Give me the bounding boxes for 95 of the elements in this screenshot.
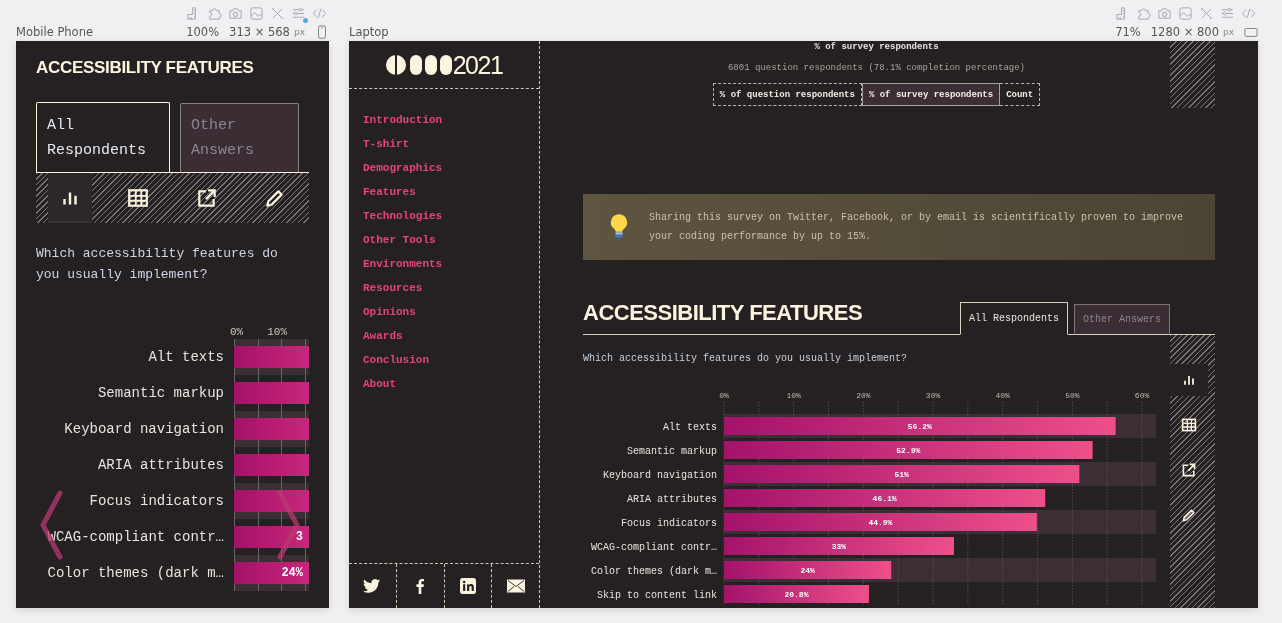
tip-text: Sharing this survey on Twitter, Facebook, or by email is scientifically proven to improve your coding performance by up to 15%. [649, 211, 1185, 244]
category-label: Keyboard navigation [63, 421, 224, 437]
tick-label: 0% [719, 391, 729, 400]
puzzle-icon[interactable] [207, 5, 222, 21]
tick-label: 60% [1134, 391, 1150, 400]
unit-toggle[interactable]: Count [1000, 83, 1041, 106]
category-label: Color themes (dark m… [46, 565, 224, 581]
category-label: Focus indicators [621, 517, 717, 529]
size-unit: px [1222, 26, 1234, 37]
category-label: Semantic markup [96, 385, 224, 401]
pencil-icon [1181, 507, 1197, 523]
value-label: 33% [831, 542, 847, 551]
chevron-right-icon[interactable] [274, 489, 302, 561]
nav-link[interactable]: T-shirt [363, 132, 539, 156]
tick-label: 40% [995, 391, 1010, 400]
envelope-icon [506, 578, 525, 594]
value-label: 56.2% [907, 422, 932, 431]
camera-icon[interactable] [1157, 5, 1172, 21]
nav-link[interactable]: Awards [363, 324, 539, 348]
tab[interactable]: All Respondents [36, 102, 170, 172]
category-label: Semantic markup [627, 445, 717, 457]
external-link-icon [1181, 462, 1197, 478]
tick-label: 10% [267, 325, 287, 339]
notification-dot [303, 17, 308, 23]
nav-link[interactable]: Environments [363, 252, 539, 276]
device-name: Laptop [349, 24, 389, 39]
unit-toggle[interactable]: % of question respondents [712, 83, 862, 106]
value-label: 44.9% [868, 518, 893, 527]
viewport-size: 1280 × 800 [1150, 24, 1219, 39]
bird-icon [363, 578, 382, 594]
nav-link[interactable]: Conclusion [363, 348, 539, 372]
zoom-level: 100% [186, 24, 220, 39]
unit-heading: % of survey respondents [814, 42, 939, 52]
nav-link[interactable]: Opinions [363, 300, 539, 324]
nav-link[interactable]: Features [363, 180, 539, 204]
value-label: 24% [800, 566, 815, 575]
section-title: ACCESSIBILITY FEATURES [36, 57, 255, 79]
category-label: Color themes (dark m… [590, 565, 717, 577]
tab[interactable]: All Respondents [959, 302, 1068, 335]
tick-label: 10% [786, 391, 801, 400]
table-icon [127, 187, 150, 209]
tick-label: 50% [1065, 391, 1080, 400]
tools-icon[interactable] [270, 5, 285, 21]
tab[interactable]: Other Answers [1074, 304, 1170, 335]
hatched-panel [1170, 41, 1215, 108]
category-label: Keyboard navigation [602, 469, 717, 481]
category-label: Alt texts [147, 349, 224, 365]
lightbulb-icon [609, 213, 629, 241]
nav-link[interactable]: About [363, 372, 539, 396]
tools-icon[interactable] [1199, 5, 1214, 21]
category-label: ARIA attributes [96, 457, 224, 473]
chart-view-button[interactable] [48, 173, 93, 223]
value-label: 46.1% [872, 494, 897, 503]
chart-view-button[interactable] [1170, 364, 1208, 396]
sliders-icon[interactable] [291, 5, 306, 21]
value-label: 20.8% [784, 590, 809, 599]
respondents-text: 6801 question respondents (78.1% completion percentage) [727, 62, 1026, 74]
image-icon[interactable] [1178, 5, 1193, 21]
viewport-size: 313 × 568 [229, 24, 290, 39]
nav-link[interactable]: Other Tools [363, 228, 539, 252]
camera-icon[interactable] [228, 5, 243, 21]
question-text: Which accessibility features do you usually implement? [583, 352, 909, 365]
tick-label: 20% [856, 391, 871, 400]
phone-icon[interactable] [315, 24, 329, 39]
value-label: 51% [894, 470, 909, 479]
value-label: 24% [281, 566, 304, 580]
table-icon [1181, 417, 1197, 433]
sliders-icon[interactable] [1220, 5, 1235, 21]
linkedin-icon [458, 578, 477, 594]
device-name: Mobile Phone [16, 24, 93, 39]
nav-link[interactable]: Resources [363, 276, 539, 300]
value-label: 52.9% [896, 446, 921, 455]
nav-link[interactable]: Demographics [363, 156, 539, 180]
tick-label: 0% [230, 325, 244, 339]
category-label: ARIA attributes [627, 493, 717, 505]
category-label: WCAG-compliant contr… [590, 541, 717, 553]
category-label: Alt texts [663, 421, 717, 433]
zoom-level: 71% [1115, 24, 1141, 39]
size-unit: px [293, 26, 305, 37]
value-label: 3 [295, 530, 304, 544]
external-link-icon [195, 187, 218, 209]
section-title: ACCESSIBILITY FEATURES [583, 299, 863, 327]
logo-shapes-icon [385, 52, 452, 77]
pencil-icon [263, 187, 286, 209]
image-icon[interactable] [249, 5, 264, 21]
nav-link[interactable]: Introduction [363, 108, 539, 132]
nav-link[interactable]: Technologies [363, 204, 539, 228]
puzzle-icon[interactable] [1136, 5, 1151, 21]
unit-toggle[interactable]: % of survey respondents [861, 83, 1001, 106]
tab[interactable]: Other Answers [180, 103, 299, 172]
logo-text: 2021 [452, 51, 503, 78]
category-label: Focus indicators [88, 493, 224, 509]
question-text: Which accessibility features do you usually implement? [36, 245, 279, 284]
category-label: Skip to content link [596, 589, 717, 601]
tick-label: 30% [925, 391, 941, 400]
